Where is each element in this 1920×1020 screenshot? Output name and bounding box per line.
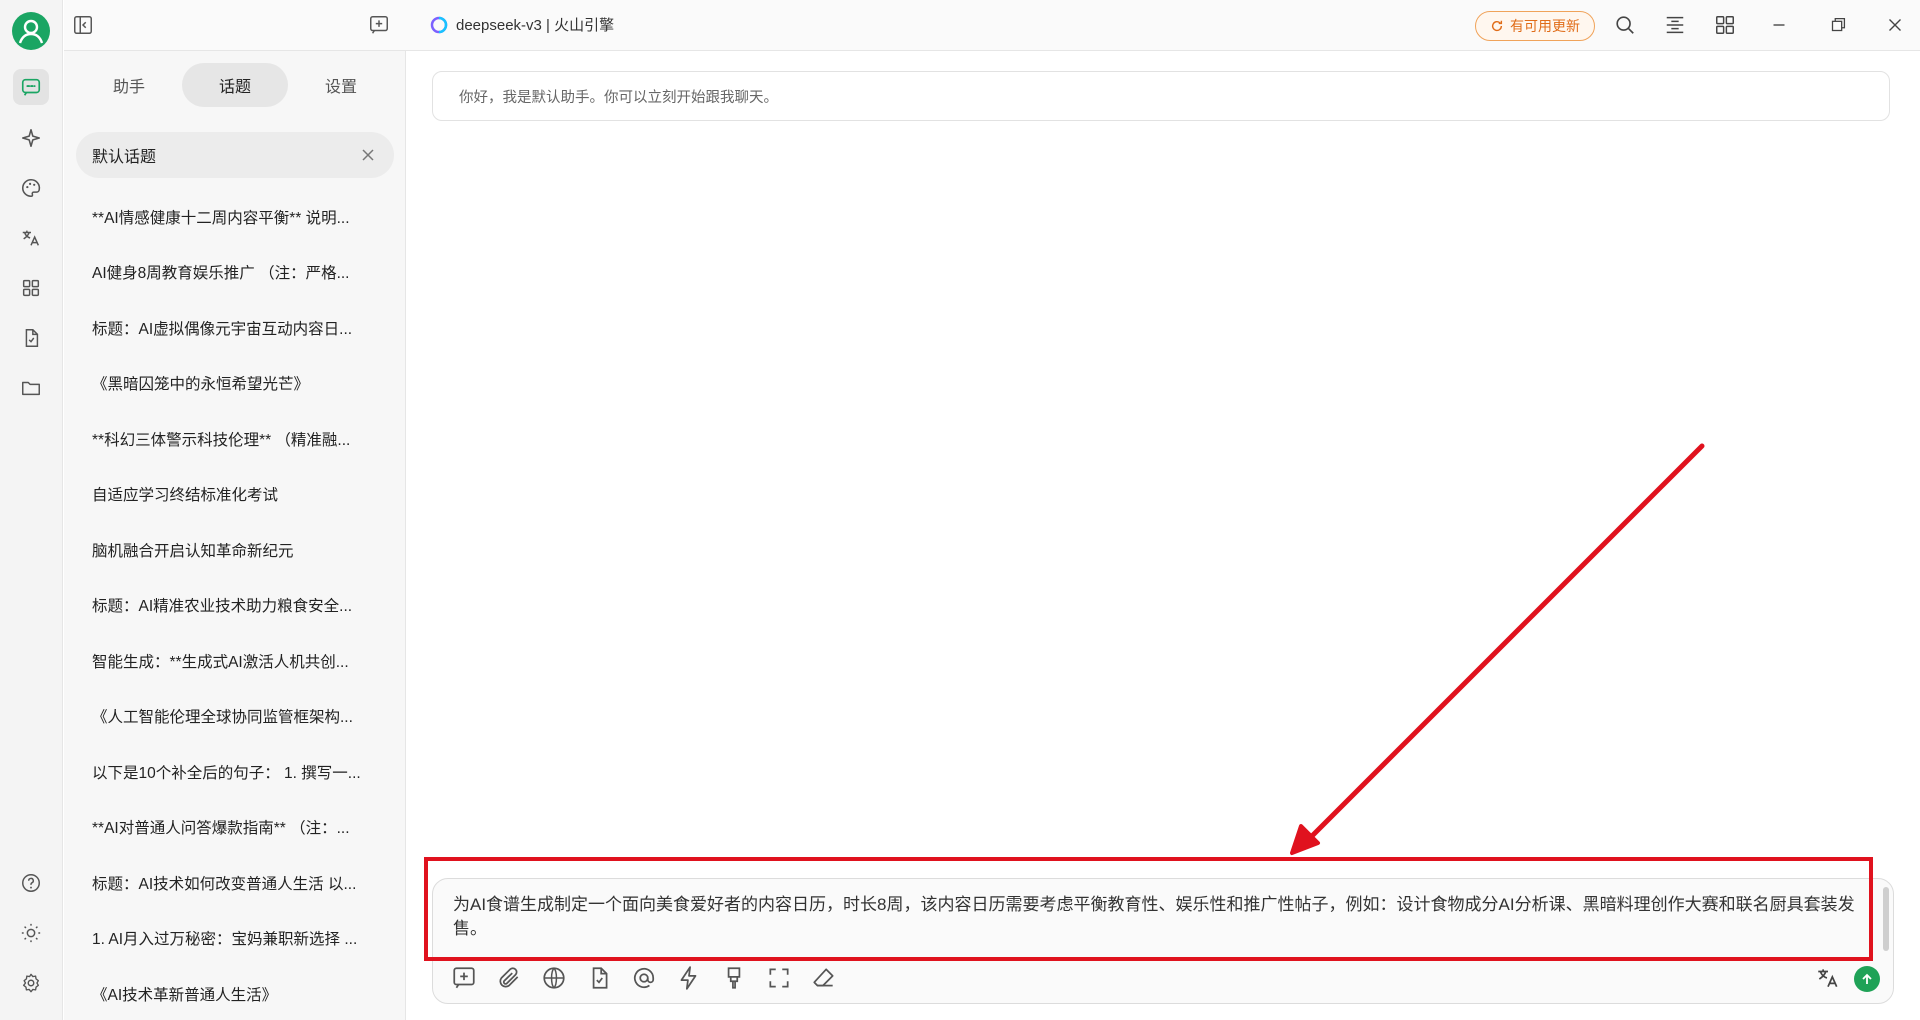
topic-sidebar: 助手 话题 设置 默认话题 **AI情感健康十二周内容平衡** 说明... AI… <box>64 51 406 1020</box>
topic-item[interactable]: 标题：AI精准农业技术助力粮食安全... <box>64 578 406 634</box>
tab-assistant[interactable]: 助手 <box>76 63 182 107</box>
title-bar: deepseek-v3 | 火山引擎 有可用更新 <box>64 0 1920 51</box>
rail-help-button[interactable] <box>13 865 49 901</box>
grid-icon[interactable] <box>1714 14 1736 36</box>
topic-label: 1. AI月入过万秘密：宝妈兼职新选择 ... <box>92 931 358 949</box>
restore-icon[interactable] <box>1827 14 1849 36</box>
rail-apps-button[interactable] <box>13 270 49 306</box>
tab-topics[interactable]: 话题 <box>182 63 288 107</box>
topic-label: AI健身8周教育娱乐推广 （注：严格... <box>92 265 350 283</box>
arrow-up-icon <box>1862 973 1872 984</box>
composer-toolbar <box>451 965 837 991</box>
icon-rail <box>0 0 63 1020</box>
web-search-icon[interactable] <box>541 965 567 991</box>
sidebar-tabs: 助手 话题 设置 <box>76 63 394 107</box>
update-label: 有可用更新 <box>1510 18 1580 34</box>
tab-settings[interactable]: 设置 <box>288 63 394 107</box>
layout-icon[interactable] <box>1664 14 1686 36</box>
active-topic-label: 默认话题 <box>92 149 157 166</box>
composer-scrollbar[interactable] <box>1883 887 1889 951</box>
topic-item[interactable]: **AI对普通人问答爆款指南** （注：... <box>64 800 406 856</box>
new-topic-icon[interactable] <box>451 965 477 991</box>
active-topic[interactable]: 默认话题 <box>76 132 394 178</box>
new-topic-icon[interactable] <box>368 14 390 36</box>
topic-item[interactable]: 《黑暗囚笼中的永恒希望光芒》 <box>64 356 406 412</box>
topic-item[interactable]: 标题：AI技术如何改变普通人生活 以... <box>64 855 406 911</box>
welcome-message: 你好，我是默认助手。你可以立刻开始跟我聊天。 <box>432 71 1890 121</box>
folder-icon <box>22 381 40 396</box>
topic-item[interactable]: 以下是10个补全后的句子： 1. 撰写一... <box>64 744 406 800</box>
clear-icon[interactable] <box>721 965 747 991</box>
translate-icon[interactable] <box>1815 965 1841 991</box>
topic-label: 标题：AI精准农业技术助力粮食安全... <box>92 598 353 616</box>
apps-icon <box>22 279 40 297</box>
user-avatar[interactable] <box>12 12 50 50</box>
help-icon <box>22 874 40 892</box>
theme-icon <box>21 923 41 943</box>
update-available-button[interactable]: 有可用更新 <box>1475 11 1595 41</box>
minimize-icon[interactable] <box>1768 14 1790 36</box>
chat-icon <box>21 78 41 96</box>
topic-item[interactable]: **AI情感健康十二周内容平衡** 说明... <box>64 189 406 245</box>
topic-label: 《AI技术革新普通人生活》 <box>92 986 278 1004</box>
user-icon <box>18 19 44 44</box>
topic-item[interactable]: 智能生成：**生成式AI激活人机共创... <box>64 633 406 689</box>
topic-item[interactable]: **科幻三体警示科技伦理** （精准融... <box>64 411 406 467</box>
eraser-icon[interactable] <box>811 965 837 991</box>
topic-label: **AI情感健康十二周内容平衡** 说明... <box>92 209 350 227</box>
topic-label: 以下是10个补全后的句子： 1. 撰写一... <box>92 764 361 782</box>
translate-icon <box>22 230 40 246</box>
knowledge-icon[interactable] <box>586 965 612 991</box>
rail-files-button[interactable] <box>13 320 49 356</box>
topic-list: **AI情感健康十二周内容平衡** 说明... AI健身8周教育娱乐推广 （注：… <box>64 189 406 1020</box>
send-button[interactable] <box>1854 966 1880 992</box>
topic-label: **AI对普通人问答爆款指南** （注：... <box>92 820 350 838</box>
topic-label: 标题：AI虚拟偶像元宇宙互动内容日... <box>92 320 353 338</box>
topic-label: 《黑暗囚笼中的永恒希望光芒》 <box>92 376 310 394</box>
topic-item[interactable]: 标题：AI虚拟偶像元宇宙互动内容日... <box>64 300 406 356</box>
model-logo-icon <box>430 16 448 33</box>
document-icon <box>25 329 39 347</box>
mention-icon[interactable] <box>631 965 657 991</box>
rail-translate-button[interactable] <box>13 220 49 256</box>
welcome-text: 你好，我是默认助手。你可以立刻开始跟我聊天。 <box>459 89 778 106</box>
rail-paint-button[interactable] <box>13 170 49 206</box>
topic-item[interactable]: 《人工智能伦理全球协同监管框架构... <box>64 689 406 745</box>
rail-settings-button[interactable] <box>13 965 49 1001</box>
rail-agents-button[interactable] <box>13 120 49 156</box>
topic-item[interactable]: 《AI技术革新普通人生活》 <box>64 966 406 1020</box>
sidebar-toggle-icon[interactable] <box>72 14 94 36</box>
attachment-icon[interactable] <box>496 965 522 991</box>
rail-theme-button[interactable] <box>13 915 49 951</box>
topic-label: 自适应学习终结标准化考试 <box>92 487 279 505</box>
model-selector[interactable]: deepseek-v3 | 火山引擎 <box>430 14 614 35</box>
close-icon[interactable] <box>360 147 376 163</box>
model-label: deepseek-v3 | 火山引擎 <box>456 17 615 34</box>
topic-item[interactable]: AI健身8周教育娱乐推广 （注：严格... <box>64 245 406 301</box>
fullscreen-icon[interactable] <box>766 965 792 991</box>
topic-label: 智能生成：**生成式AI激活人机共创... <box>92 653 349 671</box>
palette-icon <box>22 178 41 198</box>
quick-phrase-icon[interactable] <box>676 965 702 991</box>
annotation-highlight-box <box>424 857 1873 961</box>
topic-item[interactable]: 1. AI月入过万秘密：宝妈兼职新选择 ... <box>64 911 406 967</box>
topic-label: 脑机融合开启认知革命新纪元 <box>92 542 294 560</box>
topic-item[interactable]: 脑机融合开启认知革命新纪元 <box>64 522 406 578</box>
topic-label: 《人工智能伦理全球协同监管框架构... <box>92 709 353 727</box>
search-icon[interactable] <box>1614 14 1636 36</box>
rail-chat-button[interactable] <box>13 69 49 105</box>
sparkle-icon <box>21 128 41 148</box>
settings-icon <box>22 973 40 993</box>
topic-label: **科幻三体警示科技伦理** （精准融... <box>92 431 351 449</box>
topic-item[interactable]: 自适应学习终结标准化考试 <box>64 467 406 523</box>
refresh-icon <box>1491 20 1503 32</box>
close-window-icon[interactable] <box>1884 14 1906 36</box>
rail-folder-button[interactable] <box>13 370 49 406</box>
topic-label: 标题：AI技术如何改变普通人生活 以... <box>92 875 357 893</box>
